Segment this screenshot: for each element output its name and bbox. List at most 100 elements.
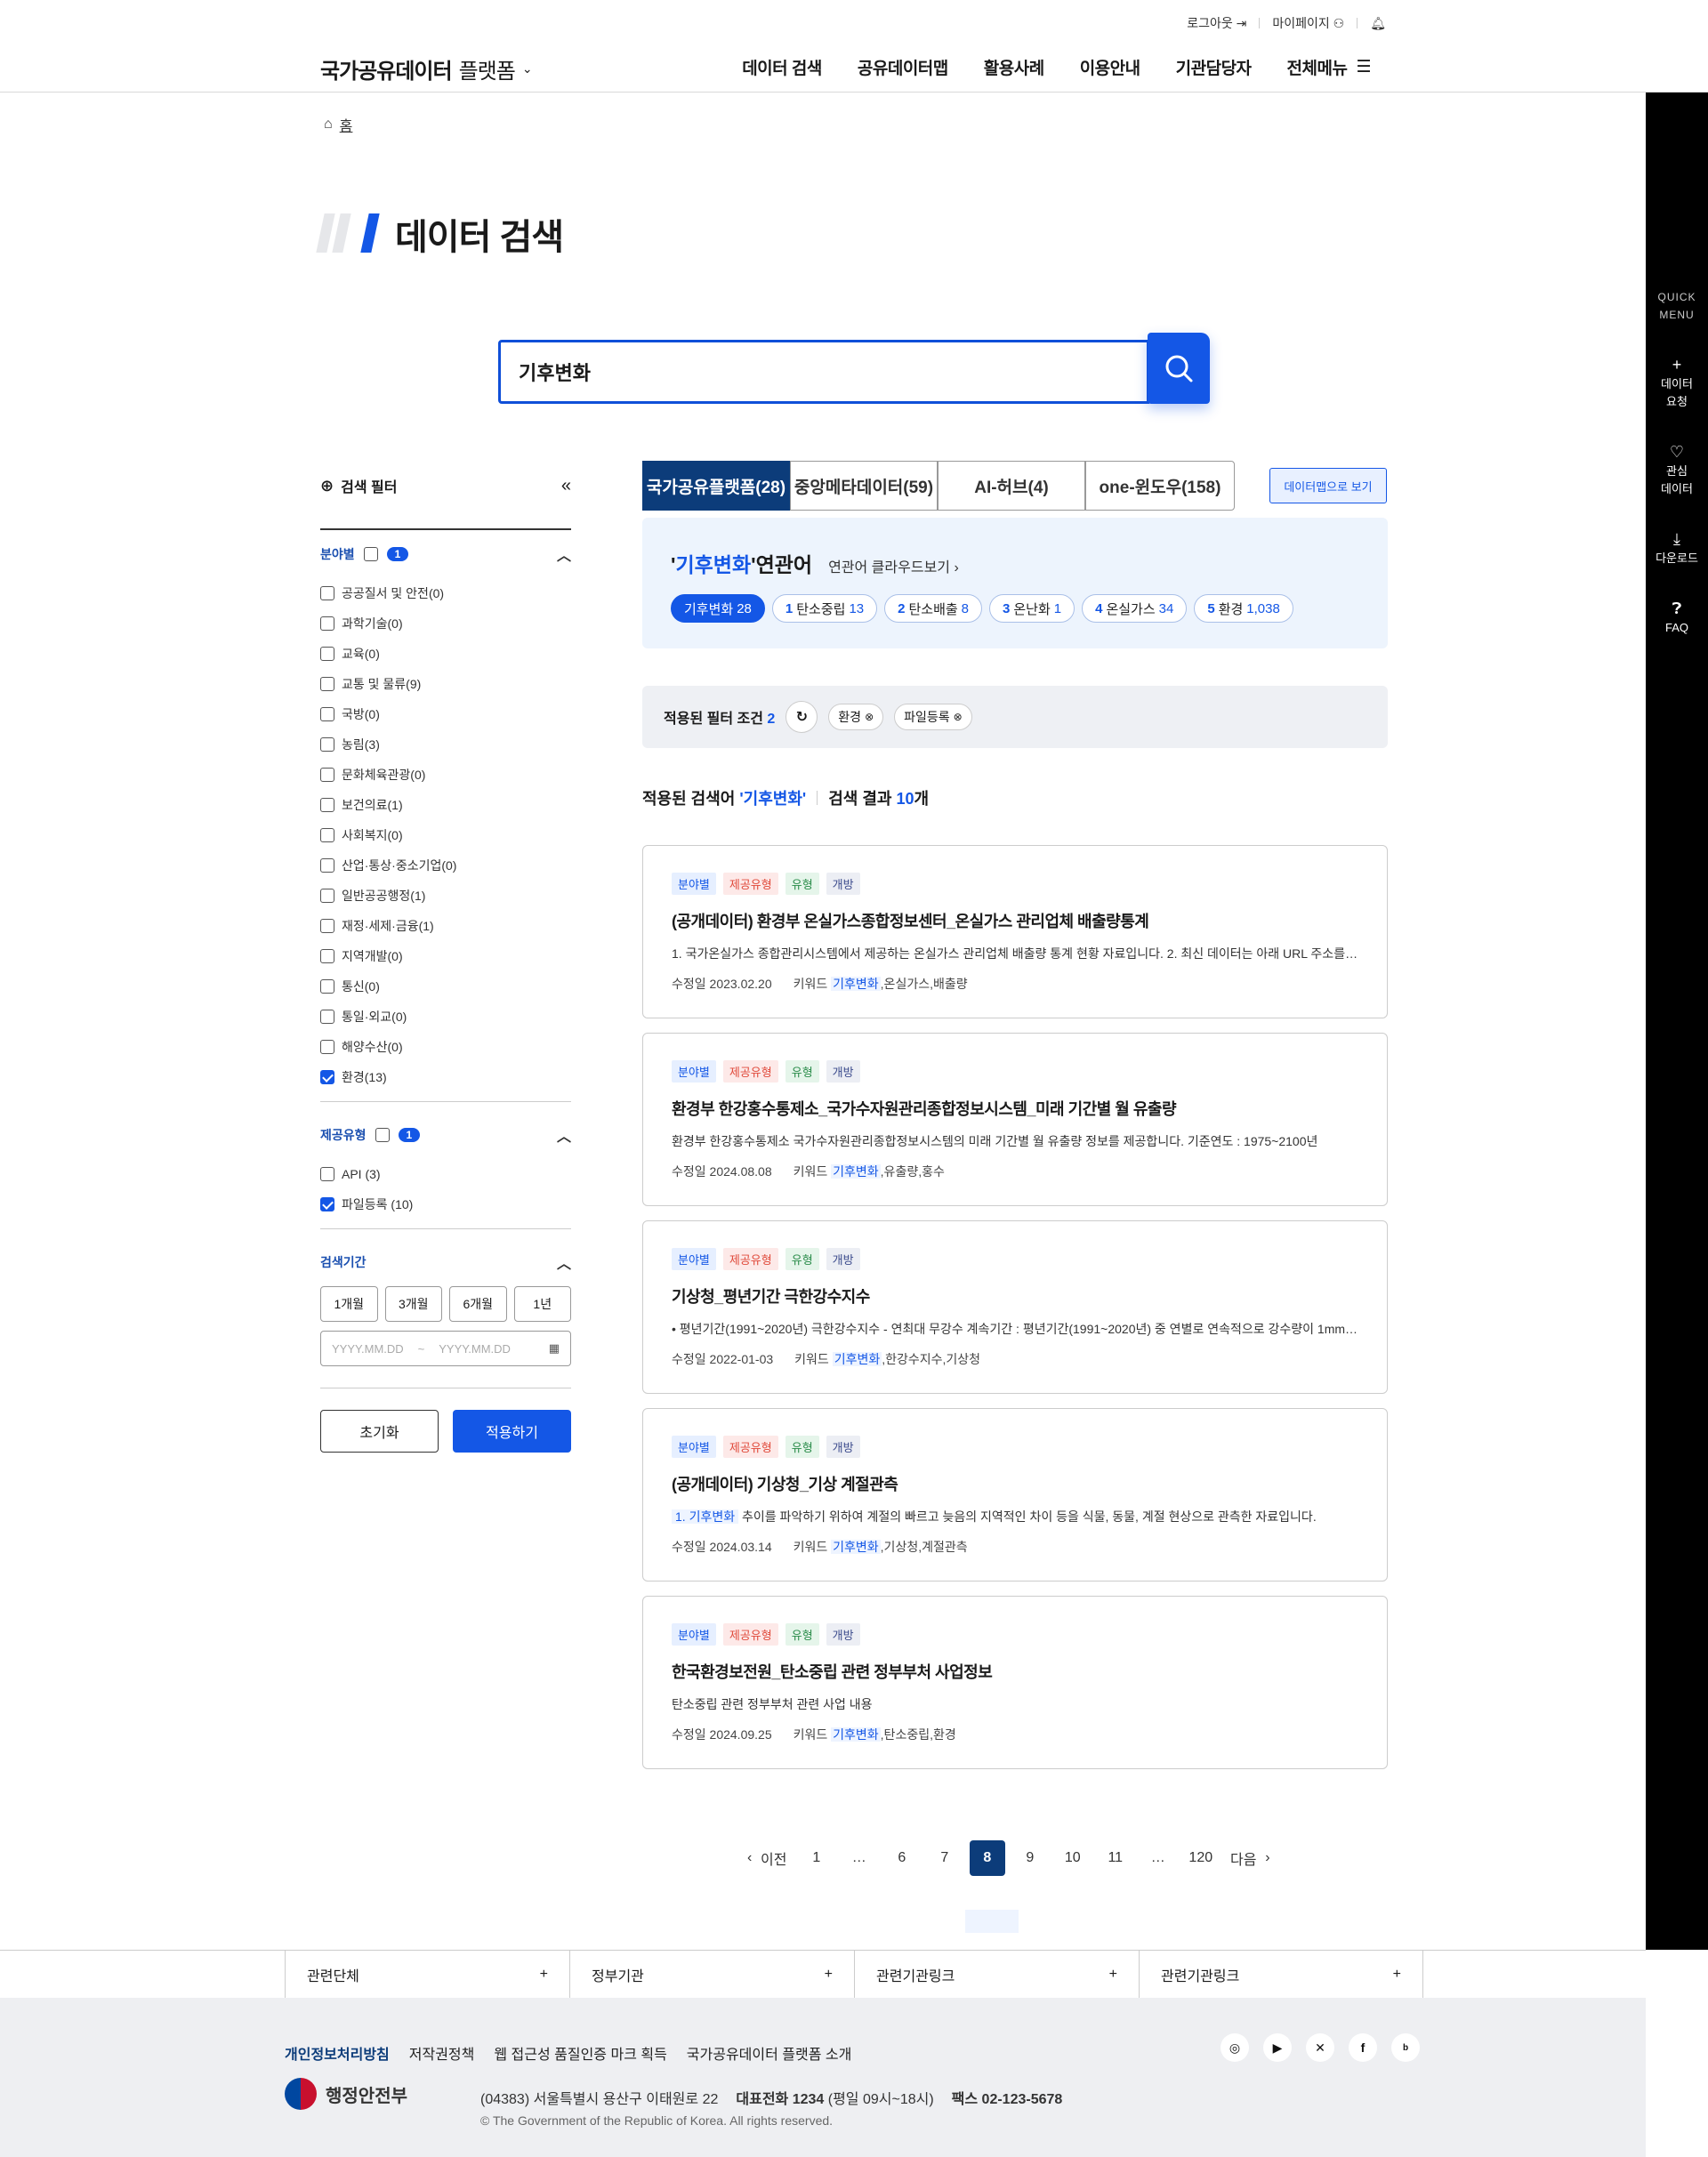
related-keyword-chip[interactable]: 기후변화 28 — [671, 594, 765, 623]
filter-checkbox[interactable] — [320, 828, 334, 842]
result-card[interactable]: 분야별 제공유형 유형 개방 (공개데이터) 환경부 온실가스종합정보센터_온실가스 관… — [642, 845, 1388, 1018]
filter-option[interactable]: 보건의료(1) — [320, 790, 571, 820]
filter-option[interactable]: 환경(13) — [320, 1062, 571, 1092]
filter-checkbox[interactable] — [320, 707, 334, 721]
reset-button[interactable]: 초기화 — [320, 1410, 439, 1453]
filter-checkbox[interactable] — [320, 889, 334, 903]
related-keyword-chip[interactable]: 2 탄소배출 8 — [884, 594, 983, 623]
filter-option[interactable]: 농림(3) — [320, 729, 571, 760]
calendar-icon[interactable]: ▦ — [549, 1341, 560, 1356]
filter-checkbox[interactable] — [320, 1010, 334, 1024]
filter-option[interactable]: 문화체육관광(0) — [320, 760, 571, 790]
result-title[interactable]: 환경부 한강홍수통제소_국가수자원관리종합정보시스템_미래 기간별 월 유출량 — [672, 1097, 1358, 1120]
accessibility-link[interactable]: 웹 접근성 품질인증 마크 획득 — [494, 2042, 666, 2064]
page-9[interactable]: 9 — [1012, 1840, 1048, 1876]
result-title[interactable]: 기상청_평년기간 극한강수지수 — [672, 1284, 1358, 1308]
menu-all[interactable]: 전체메뉴 ☰ — [1287, 55, 1372, 79]
menu-shared-data-map[interactable]: 공유데이터맵 — [858, 55, 948, 79]
quick-download[interactable]: ⤓ 다운로드 — [1646, 530, 1708, 567]
result-title[interactable]: 한국환경보전원_탄소중립 관련 정부부처 사업정보 — [672, 1660, 1358, 1683]
chevron-up-icon[interactable]: ︿ — [557, 1124, 571, 1146]
filter-option[interactable]: 재정·세제·금융(1) — [320, 911, 571, 941]
search-input[interactable]: 기후변화 — [498, 340, 1149, 404]
filter-option[interactable]: 국방(0) — [320, 699, 571, 729]
filter-checkbox[interactable] — [320, 979, 334, 994]
applied-tag[interactable]: 환경 ⊗ — [828, 704, 884, 730]
copyright-policy-link[interactable]: 저작권정책 — [409, 2042, 475, 2064]
tab-one-window[interactable]: one-윈도우(158) — [1085, 461, 1235, 511]
site-logo[interactable]: 국가공유데이터 플랫폼 ⌄ — [320, 53, 533, 85]
page-11[interactable]: 11 — [1098, 1840, 1133, 1876]
instagram-icon[interactable]: ◎ — [1221, 2033, 1249, 2062]
menu-use-cases[interactable]: 활용사례 — [984, 55, 1044, 79]
related-keyword-chip[interactable]: 3 온난화 1 — [989, 594, 1076, 623]
result-title[interactable]: (공개데이터) 환경부 온실가스종합정보센터_온실가스 관리업체 배출량통계 — [672, 909, 1358, 932]
period-section-header[interactable]: 검색기간 ︿ — [320, 1238, 571, 1286]
filter-option[interactable]: 해양수산(0) — [320, 1032, 571, 1062]
date-range-field[interactable]: YYYY.MM.DD ~ YYYY.MM.DD ▦ — [320, 1331, 571, 1366]
page-120[interactable]: 120 — [1183, 1840, 1219, 1876]
refresh-icon[interactable]: ↻ — [786, 701, 818, 733]
apply-button[interactable]: 적용하기 — [453, 1410, 571, 1453]
filter-checkbox[interactable] — [320, 737, 334, 752]
logout-link[interactable]: 로그아웃 ⇥ — [1187, 14, 1246, 32]
date-from-field[interactable]: YYYY.MM.DD — [332, 1342, 404, 1356]
next-page[interactable]: 다음 › — [1226, 1840, 1270, 1876]
filter-checkbox[interactable] — [320, 677, 334, 691]
prev-page[interactable]: ‹ 이전 — [747, 1840, 792, 1876]
date-to-field[interactable]: YYYY.MM.DD — [439, 1342, 511, 1356]
filter-option[interactable]: 산업·통상·중소기업(0) — [320, 850, 571, 881]
page-7[interactable]: 7 — [927, 1840, 963, 1876]
footer-link-group[interactable]: 정부기관 + — [569, 1951, 854, 1999]
quick-data-request[interactable]: + 데이터 요청 — [1646, 356, 1708, 411]
filter-option[interactable]: 사회복지(0) — [320, 820, 571, 850]
filter-checkbox[interactable] — [320, 858, 334, 873]
bell-icon[interactable]: 🔔︎ — [1370, 16, 1386, 31]
filter-checkbox[interactable] — [320, 949, 334, 963]
filter-checkbox[interactable] — [320, 798, 334, 812]
footer-link-group[interactable]: 관련기관링크 + — [854, 1951, 1139, 1999]
period-3m-button[interactable]: 3개월 — [384, 1286, 442, 1322]
period-1m-button[interactable]: 1개월 — [320, 1286, 378, 1322]
filter-option[interactable]: 통일·외교(0) — [320, 1002, 571, 1032]
filter-checkbox[interactable] — [320, 919, 334, 933]
filter-option[interactable]: 교통 및 물류(9) — [320, 669, 571, 699]
filter-checkbox[interactable] — [320, 768, 334, 782]
youtube-icon[interactable]: ▶ — [1263, 2033, 1292, 2062]
field-all-checkbox[interactable] — [363, 547, 378, 561]
x-icon[interactable]: ✕ — [1306, 2033, 1334, 2062]
page-6[interactable]: 6 — [884, 1840, 920, 1876]
menu-data-search[interactable]: 데이터 검색 — [742, 55, 822, 79]
breadcrumb-home[interactable]: 홈 — [340, 114, 353, 135]
filter-checkbox[interactable] — [320, 1167, 334, 1181]
related-keyword-chip[interactable]: 5 환경 1,038 — [1194, 594, 1293, 623]
applied-tag[interactable]: 파일등록 ⊗ — [894, 704, 972, 730]
filter-checkbox[interactable] — [320, 1070, 334, 1084]
field-section-header[interactable]: 분야별 1 ︿ — [320, 530, 571, 578]
result-card[interactable]: 분야별 제공유형 유형 개방 (공개데이터) 기상청_기상 계절관측 1. 기후변화 추이… — [642, 1408, 1388, 1582]
filter-option[interactable]: 파일등록 (10) — [320, 1189, 571, 1219]
quick-faq[interactable]: ❓︎ FAQ — [1646, 600, 1708, 637]
footer-link-group[interactable]: 관련단체 + — [285, 1951, 569, 1999]
result-card[interactable]: 분야별 제공유형 유형 개방 기상청_평년기간 극한강수지수 • 평년기간(1991~20… — [642, 1220, 1388, 1394]
quick-favorite-data[interactable]: ♡ 관심 데이터 — [1646, 443, 1708, 498]
related-keyword-chip[interactable]: 4 온실가스 34 — [1082, 594, 1188, 623]
period-1y-button[interactable]: 1년 — [513, 1286, 571, 1322]
tab-national-platform[interactable]: 국가공유플랫폼(28) — [642, 461, 790, 511]
filter-option[interactable]: 일반공공행정(1) — [320, 881, 571, 911]
privacy-policy-link[interactable]: 개인정보처리방침 — [285, 2042, 390, 2064]
filter-option[interactable]: 통신(0) — [320, 971, 571, 1002]
facebook-icon[interactable]: f — [1349, 2033, 1377, 2062]
collapse-icon[interactable]: « — [561, 476, 571, 496]
footer-link-group[interactable]: 관련기관링크 + — [1139, 1951, 1423, 1999]
filter-checkbox[interactable] — [320, 586, 334, 600]
result-title[interactable]: (공개데이터) 기상청_기상 계절관측 — [672, 1472, 1358, 1495]
page-current[interactable]: 8 — [969, 1840, 1005, 1876]
filter-option[interactable]: 공공질서 및 안전(0) — [320, 578, 571, 608]
result-card[interactable]: 분야별 제공유형 유형 개방 환경부 한강홍수통제소_국가수자원관리종합정보시스템_미래… — [642, 1033, 1388, 1206]
platform-intro-link[interactable]: 국가공유데이터 플랫폼 소개 — [687, 2042, 852, 2064]
data-map-button[interactable]: 데이터맵으로 보기 — [1269, 468, 1387, 503]
filter-checkbox[interactable] — [320, 1040, 334, 1054]
filter-option[interactable]: API (3) — [320, 1159, 571, 1189]
filter-option[interactable]: 교육(0) — [320, 639, 571, 669]
